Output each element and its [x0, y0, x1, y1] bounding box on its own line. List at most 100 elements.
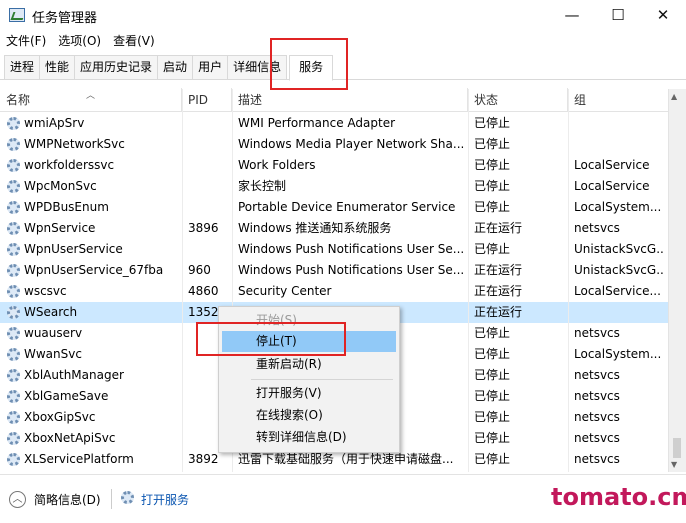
- service-name: WpnUserService_67fba: [24, 263, 164, 277]
- service-description: 家长控制: [238, 179, 287, 193]
- service-pid: 3896: [188, 221, 219, 235]
- service-status: 已停止: [474, 368, 511, 382]
- menu-item-start[interactable]: 开始(S): [222, 310, 396, 331]
- service-name: XLServicePlatform: [24, 452, 134, 466]
- service-description: Work Folders: [238, 158, 316, 172]
- context-menu: 开始(S) 停止(T) 重新启动(R) 打开服务(V) 在线搜索(O) 转到详细…: [218, 306, 400, 453]
- service-name: WSearch: [24, 305, 78, 319]
- service-description: Portable Device Enumerator Service: [238, 200, 456, 214]
- service-status: 已停止: [474, 242, 511, 256]
- tab-startup[interactable]: 启动: [157, 55, 194, 79]
- service-group: LocalService...: [574, 284, 661, 298]
- column-divider: [468, 89, 469, 472]
- service-gear-icon: [7, 243, 20, 256]
- task-manager-icon: [9, 8, 25, 22]
- column-description[interactable]: 描述: [232, 88, 468, 112]
- menu-item-restart[interactable]: 重新启动(R): [222, 354, 396, 375]
- service-status: 正在运行: [474, 284, 523, 298]
- column-group[interactable]: 组: [568, 88, 668, 112]
- tab-performance[interactable]: 性能: [39, 55, 76, 79]
- vertical-scrollbar[interactable]: [668, 89, 686, 472]
- service-gear-icon: [7, 222, 20, 235]
- tab-services[interactable]: 服务: [289, 55, 334, 81]
- menu-item-search-online[interactable]: 在线搜索(O): [222, 405, 396, 426]
- tab-users[interactable]: 用户: [192, 55, 229, 79]
- menu-view[interactable]: 查看(V): [113, 31, 155, 53]
- sort-up-icon: ︿: [86, 91, 96, 101]
- service-pid: [188, 239, 228, 260]
- scroll-down-icon[interactable]: ▼: [671, 460, 677, 469]
- service-name: wmiApSrv: [24, 116, 85, 130]
- maximize-button[interactable]: ☐: [595, 0, 641, 30]
- service-description: Windows 推送通知系统服务: [238, 221, 392, 235]
- open-services-link[interactable]: 打开服务: [141, 491, 189, 508]
- service-gear-icon: [7, 117, 20, 130]
- service-status: 已停止: [474, 179, 511, 193]
- title-bar: 任务管理器 — ☐ ✕: [0, 0, 686, 32]
- service-status: 已停止: [474, 116, 511, 130]
- tab-processes[interactable]: 进程: [4, 55, 41, 79]
- service-gear-icon: [7, 327, 20, 340]
- service-gear-icon: [7, 285, 20, 298]
- minimize-button[interactable]: —: [549, 0, 595, 30]
- menu-item-stop[interactable]: 停止(T): [222, 331, 396, 352]
- service-name: WMPNetworkSvc: [24, 137, 125, 151]
- service-gear-icon: [7, 453, 20, 466]
- tab-bar: 进程 性能 应用历史记录 启动 用户 详细信息 服务: [0, 55, 686, 81]
- service-group: [574, 302, 664, 323]
- service-gear-icon: [7, 306, 20, 319]
- footer-divider: [111, 489, 112, 509]
- service-gear-icon: [7, 201, 20, 214]
- service-status: 正在运行: [474, 305, 523, 319]
- fewer-details-link[interactable]: 简略信息(D): [34, 491, 101, 508]
- service-pid: [188, 113, 228, 134]
- service-status: 已停止: [474, 452, 511, 466]
- column-header: 名称 ︿ PID 描述 状态 组: [0, 88, 686, 112]
- column-divider: [568, 89, 569, 472]
- service-status: 已停止: [474, 326, 511, 340]
- scrollbar-thumb[interactable]: [673, 438, 681, 458]
- service-group: netsvcs: [574, 368, 620, 382]
- column-divider: [182, 89, 183, 472]
- collapse-icon[interactable]: ︿: [9, 491, 26, 508]
- service-name: XboxGipSvc: [24, 410, 96, 424]
- service-group: LocalService: [574, 158, 650, 172]
- menu-bar: 文件(F) 选项(O) 查看(V): [0, 31, 686, 53]
- close-button[interactable]: ✕: [640, 0, 686, 30]
- service-group: LocalSystem...: [574, 347, 662, 361]
- menu-item-open-services[interactable]: 打开服务(V): [222, 383, 396, 404]
- service-pid: [188, 176, 228, 197]
- service-name: WwanSvc: [24, 347, 82, 361]
- service-group: netsvcs: [574, 221, 620, 235]
- service-name: WpnService: [24, 221, 96, 235]
- service-gear-icon: [7, 390, 20, 403]
- menu-item-goto-details[interactable]: 转到详细信息(D): [222, 427, 396, 448]
- menu-file[interactable]: 文件(F): [6, 31, 46, 53]
- column-pid[interactable]: PID: [182, 88, 232, 112]
- service-gear-icon: [7, 264, 20, 277]
- services-icon: [121, 491, 134, 504]
- service-gear-icon: [7, 411, 20, 424]
- service-status: 已停止: [474, 200, 511, 214]
- column-status[interactable]: 状态: [468, 88, 568, 112]
- watermark-text: tomato.cm: [551, 483, 686, 511]
- tab-details[interactable]: 详细信息: [227, 55, 288, 79]
- service-name: WpcMonSvc: [24, 179, 97, 193]
- service-group: UnistackSvcG...: [574, 242, 664, 256]
- service-gear-icon: [7, 159, 20, 172]
- service-pid: [188, 134, 228, 155]
- service-description: Windows Push Notifications User Se...: [238, 242, 464, 256]
- service-group: netsvcs: [574, 452, 620, 466]
- service-status: 已停止: [474, 410, 511, 424]
- service-gear-icon: [7, 138, 20, 151]
- service-description: WMI Performance Adapter: [238, 116, 396, 130]
- tab-app-history[interactable]: 应用历史记录: [74, 55, 159, 79]
- service-status: 已停止: [474, 389, 511, 403]
- service-name: wuauserv: [24, 326, 83, 340]
- menu-separator: [251, 379, 393, 380]
- scroll-up-icon[interactable]: ▲: [671, 92, 677, 101]
- service-gear-icon: [7, 180, 20, 193]
- service-gear-icon: [7, 348, 20, 361]
- service-name: XblGameSave: [24, 389, 109, 403]
- menu-options[interactable]: 选项(O): [58, 31, 101, 53]
